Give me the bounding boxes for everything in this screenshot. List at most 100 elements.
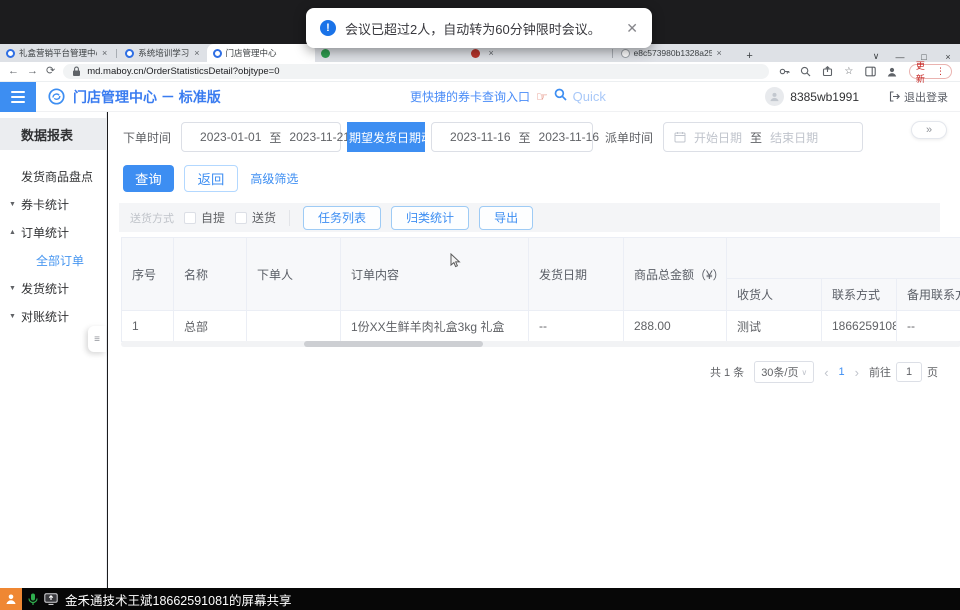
chevron-up-icon: ▲	[9, 229, 16, 236]
url-field[interactable]: md.maboy.cn/OrderStatisticsDetail?objtyp…	[63, 64, 769, 79]
sidebar-item-shipping-stats[interactable]: ▼ 发货统计	[0, 274, 106, 302]
sidebar-collapse-handle[interactable]: ≡	[88, 326, 106, 352]
sidebar-item-label: 对账统计	[21, 308, 69, 325]
cell-content: 1份XX生鲜羊肉礼盒3kg 礼盒	[341, 311, 529, 342]
cell-seq: 1	[122, 311, 174, 342]
forward-icon[interactable]: →	[27, 66, 38, 77]
total-count: 共 1 条	[710, 364, 744, 380]
task-list-button[interactable]: 任务列表	[303, 206, 381, 230]
col-header-total: 商品总金额（¥）	[624, 238, 727, 311]
scrollbar-thumb[interactable]	[304, 341, 483, 347]
col-header-backup-contact: 备用联系方式	[897, 279, 960, 311]
back-icon[interactable]: ←	[8, 66, 19, 77]
window-menu-icon[interactable]: ∨	[864, 51, 888, 62]
tab-title: 门店管理中心	[226, 47, 277, 59]
logout-button[interactable]: 退出登录	[889, 89, 948, 105]
collapse-icon: ≡	[94, 334, 100, 345]
bookmark-star-icon[interactable]: ☆	[842, 66, 856, 77]
logout-label: 退出登录	[904, 89, 948, 105]
share-icon[interactable]	[820, 66, 834, 77]
tab-separator	[612, 49, 613, 58]
cell-receiver: 测试	[727, 311, 822, 342]
order-time-range-input[interactable]: 2023-01-01 至 2023-11-21	[181, 122, 341, 152]
cell-name: 总部	[174, 311, 247, 342]
range-separator: 至	[750, 129, 762, 146]
expand-filters-button[interactable]: »	[911, 121, 947, 139]
info-icon: !	[320, 20, 336, 36]
kebab-menu-icon[interactable]: ⋮	[936, 66, 945, 77]
horizontal-scrollbar[interactable]	[121, 341, 960, 347]
expected-ship-date-chip[interactable]: 期望发货日期动态	[347, 122, 425, 152]
browser-tab-training[interactable]: 系统培训学习 ×	[119, 44, 206, 62]
goto-page-input[interactable]	[896, 362, 922, 382]
delivery-label: 送货	[252, 209, 276, 226]
app-logo-icon	[48, 88, 65, 105]
browser-addressbar: ← → ⟳ md.maboy.cn/OrderStatisticsDetail?…	[0, 62, 960, 82]
meeting-notification-toast: ! 会议已超过2人，自动转为60分钟限时会议。 ✕	[306, 8, 652, 48]
key-icon[interactable]	[777, 66, 791, 77]
sidebar-item-all-orders-active[interactable]: 全部订单	[0, 246, 106, 274]
browser-update-button[interactable]: 更新 ⋮	[909, 64, 952, 79]
current-page[interactable]: 1	[839, 366, 845, 378]
end-date: 2023-11-21	[289, 130, 350, 144]
expected-date-range-input[interactable]: 2023-11-16 至 2023-11-16	[431, 122, 593, 152]
pickup-checkbox[interactable]	[184, 212, 196, 224]
hamburger-menu-button[interactable]	[0, 82, 36, 112]
tab-close-icon[interactable]: ×	[193, 48, 200, 58]
microphone-icon[interactable]	[28, 593, 38, 606]
screen-share-bar: 金禾通技术王斌18662591081的屏幕共享	[0, 588, 960, 610]
col-header-orderer: 下单人	[247, 238, 341, 311]
prev-page-button[interactable]: ‹	[824, 365, 828, 380]
quick-label[interactable]: Quick	[573, 89, 606, 104]
page-size-select[interactable]: 30条/页 ∨	[754, 361, 814, 383]
sidebar-item-order-stats[interactable]: ▲ 订单统计	[0, 218, 106, 246]
query-button[interactable]: 查询	[123, 165, 174, 192]
delivery-checkbox-group[interactable]: 送货	[235, 209, 276, 226]
reload-icon[interactable]: ⟳	[46, 66, 55, 77]
delivery-checkbox[interactable]	[235, 212, 247, 224]
url-text: md.maboy.cn/OrderStatisticsDetail?objtyp…	[87, 66, 279, 77]
end-date: 2023-11-16	[539, 130, 600, 144]
sidebar-item-coupon-stats[interactable]: ▼ 券卡统计	[0, 190, 106, 218]
notification-text: 会议已超过2人，自动转为60分钟限时会议。	[345, 19, 601, 38]
cell-orderer	[247, 311, 341, 342]
profile-icon[interactable]	[885, 66, 899, 78]
sidebar-section-data-reports[interactable]: 数据报表	[0, 118, 106, 150]
screen-share-text: 金禾通技术王斌18662591081的屏幕共享	[65, 590, 291, 609]
action-row: 查询 返回 高级筛选	[123, 165, 298, 192]
dispatch-time-range-input[interactable]: 开始日期 至 结束日期	[663, 122, 863, 152]
zoom-icon[interactable]	[799, 66, 813, 77]
export-button[interactable]: 导出	[479, 206, 533, 230]
window-controls: ∨ — □ ×	[864, 51, 960, 62]
back-button[interactable]: 返回	[184, 165, 239, 192]
cell-ship-date: --	[529, 311, 624, 342]
window-minimize-icon[interactable]: —	[888, 52, 912, 62]
sidebar-item-shipping-inventory[interactable]: 发货商品盘点	[0, 162, 106, 190]
side-panel-icon[interactable]	[864, 66, 878, 77]
table-row[interactable]: 1 总部 1份XX生鲜羊肉礼盒3kg 礼盒 -- 288.00 测试 18662…	[122, 311, 960, 342]
quick-entry-area: 更快捷的券卡查询入口 ☞ Quick	[410, 88, 606, 106]
notification-close-icon[interactable]: ✕	[626, 20, 638, 37]
range-separator: 至	[269, 129, 281, 146]
tab-close-icon[interactable]: ×	[101, 48, 108, 58]
tab-close-icon[interactable]: ×	[716, 48, 723, 58]
coupon-query-entry-link[interactable]: 更快捷的券卡查询入口	[410, 88, 530, 105]
advanced-filter-link[interactable]: 高级筛选	[250, 170, 298, 187]
new-tab-button[interactable]: +	[741, 50, 759, 62]
quick-search-icon[interactable]	[554, 88, 567, 106]
avatar[interactable]	[765, 87, 784, 106]
col-header-content: 订单内容	[341, 238, 529, 311]
classify-stats-button[interactable]: 归类统计	[391, 206, 469, 230]
browser-tab-store-center-active[interactable]: 门店管理中心	[207, 44, 315, 62]
presenter-icon	[0, 588, 22, 610]
range-separator: 至	[519, 129, 531, 146]
sidebar-item-label: 发货商品盘点	[21, 168, 93, 185]
next-page-button[interactable]: ›	[855, 365, 859, 380]
window-close-icon[interactable]: ×	[936, 52, 960, 62]
end-date-placeholder: 结束日期	[770, 129, 818, 146]
tab-close-icon[interactable]: ×	[488, 48, 495, 58]
pickup-checkbox-group[interactable]: 自提	[184, 209, 225, 226]
screen-share-icon[interactable]	[44, 593, 58, 605]
browser-tab-gift-platform[interactable]: 礼盒营销平台管理中心 ×	[0, 44, 114, 62]
chevron-down-icon: ▼	[9, 285, 16, 292]
